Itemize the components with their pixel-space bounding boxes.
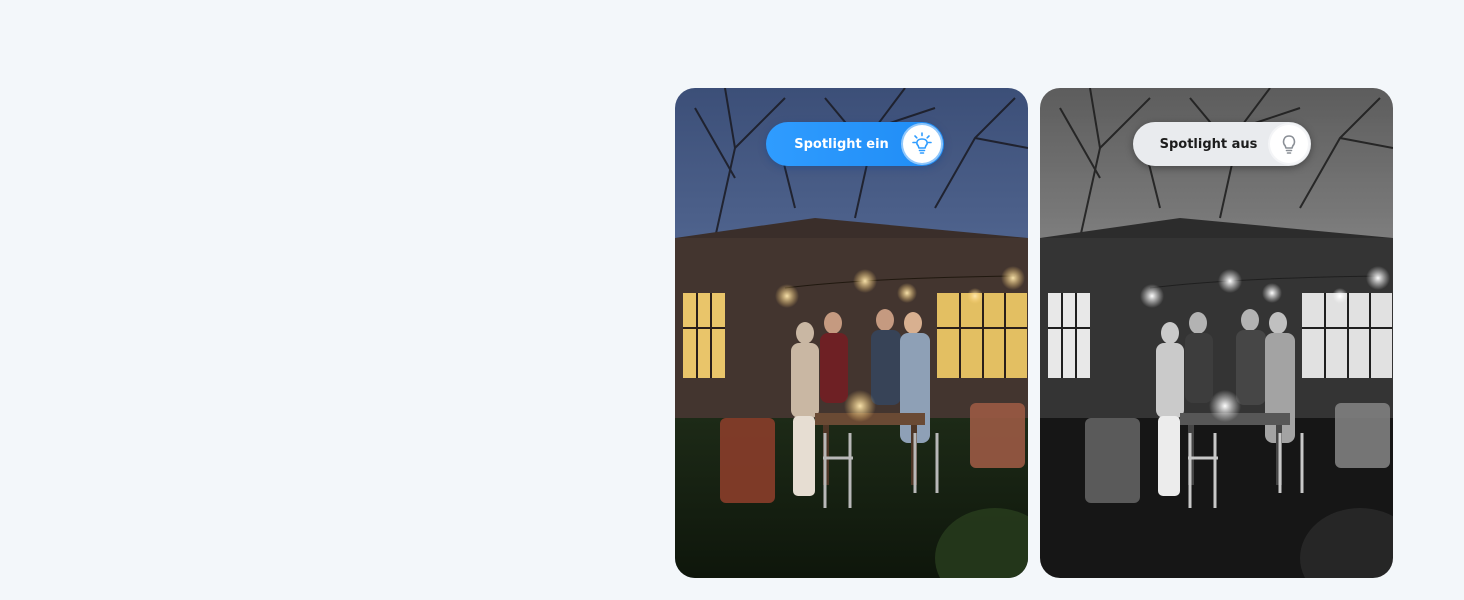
page: { "panels": [ { "id": "spotlight-on", "t… — [0, 0, 1464, 600]
spotlight-off-label: Spotlight aus — [1159, 136, 1258, 152]
spotlight-off-panel: Spotlight aus — [1040, 88, 1393, 578]
lightbulb-on-icon — [903, 125, 941, 163]
lightbulb-off-icon — [1270, 125, 1308, 163]
spotlight-off-toggle[interactable]: Spotlight aus — [1133, 122, 1311, 166]
spotlight-on-label: Spotlight ein — [794, 136, 889, 152]
spotlight-on-panel: Spotlight ein — [675, 88, 1028, 578]
spotlight-on-toggle[interactable]: Spotlight ein — [766, 122, 944, 166]
